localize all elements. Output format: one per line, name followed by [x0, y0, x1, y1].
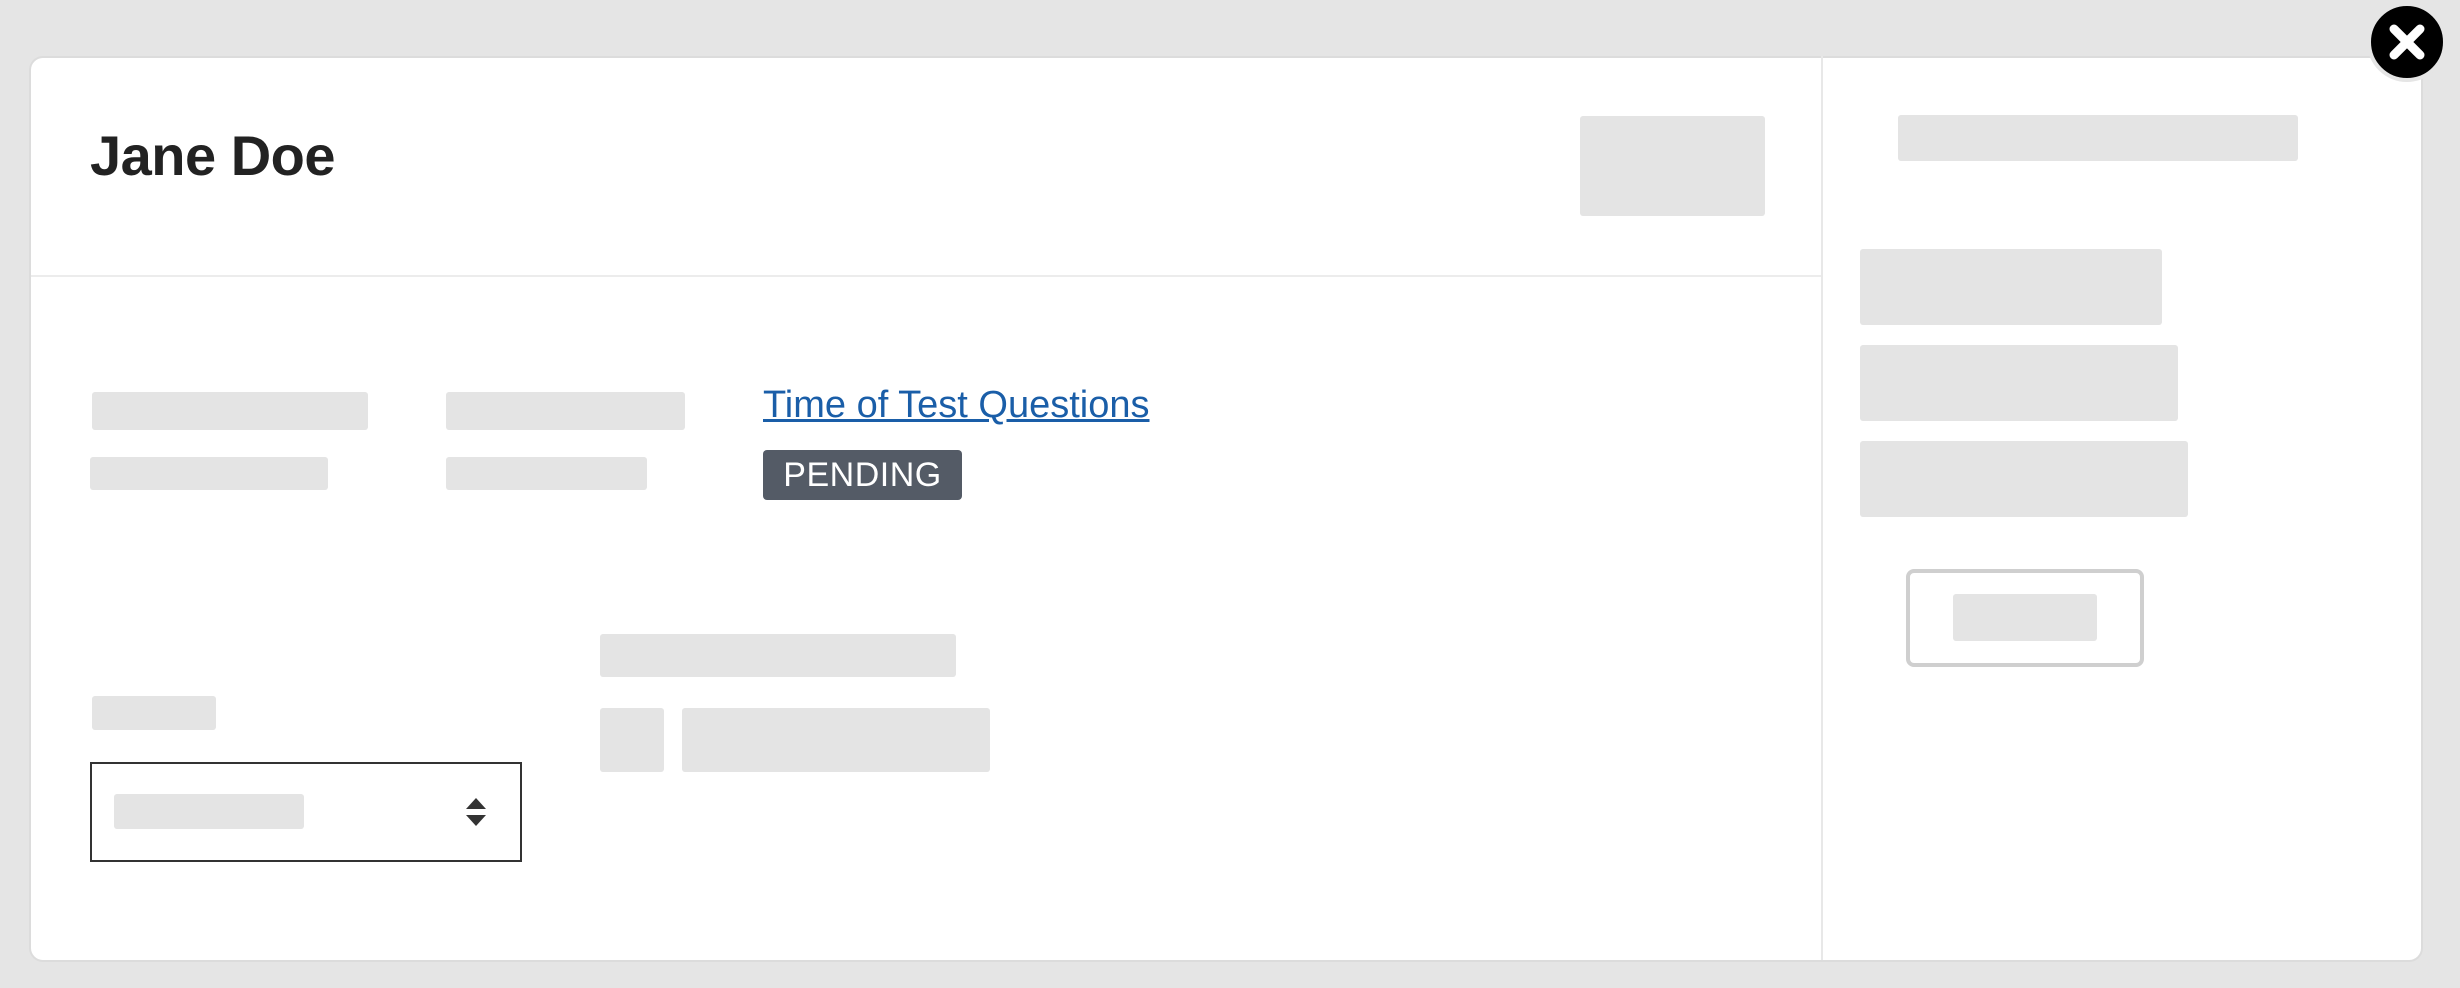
- info-value-placeholder-2: [446, 457, 647, 490]
- sidebar-heading-placeholder: [1898, 115, 2298, 161]
- button-label-placeholder: [1953, 594, 2097, 641]
- close-icon: [2389, 24, 2425, 60]
- info-value-placeholder-1: [90, 457, 328, 490]
- header-action-placeholder[interactable]: [1580, 116, 1765, 216]
- status-select[interactable]: [90, 762, 522, 862]
- status-badge: PENDING: [763, 450, 962, 500]
- page-title: Jane Doe: [90, 124, 336, 187]
- option-heading-placeholder: [600, 634, 956, 677]
- select-label-placeholder: [92, 696, 216, 730]
- select-value-placeholder: [114, 794, 304, 829]
- header-divider: [31, 275, 1821, 277]
- info-label-placeholder-1: [92, 392, 368, 430]
- option-label-placeholder: [682, 708, 990, 772]
- info-label-placeholder-2: [446, 392, 685, 430]
- sidebar-divider: [1821, 56, 1823, 960]
- sidebar-action-button[interactable]: [1906, 569, 2144, 667]
- test-questions-link[interactable]: Time of Test Questions: [763, 384, 1150, 427]
- sidebar-item-placeholder-2[interactable]: [1860, 345, 2178, 421]
- sidebar-item-placeholder-3[interactable]: [1860, 441, 2188, 517]
- sidebar-item-placeholder-1[interactable]: [1860, 249, 2162, 325]
- sort-arrows-icon: [466, 798, 486, 826]
- option-checkbox-placeholder[interactable]: [600, 708, 664, 772]
- close-modal-button[interactable]: [2367, 2, 2447, 82]
